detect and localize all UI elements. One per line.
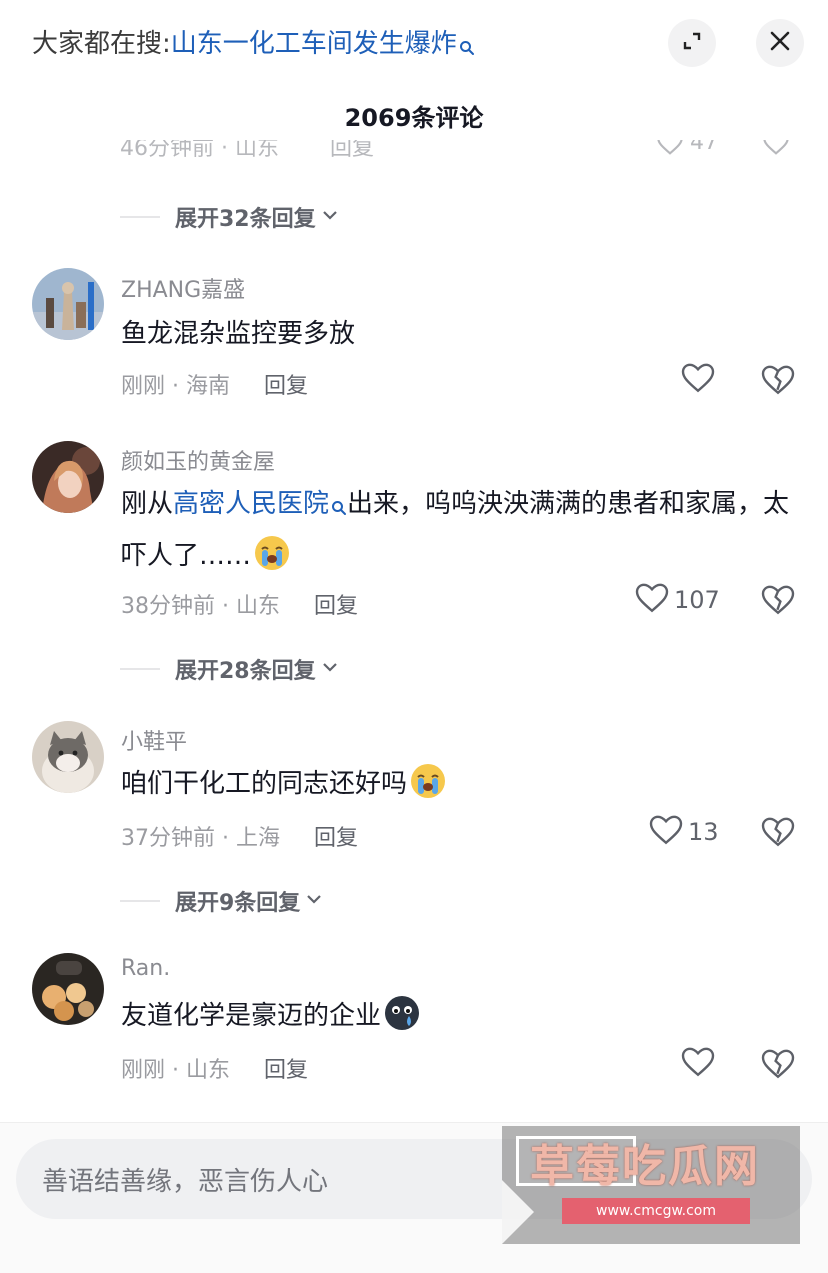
like-button[interactable]: 107	[634, 582, 720, 618]
dislike-button[interactable]	[760, 814, 796, 850]
comment-item: Ran. 友道化学是豪迈的企业 刚刚 · 山东 回复	[0, 948, 828, 1088]
comment-meta: 38分钟前 · 山东 回复	[121, 588, 358, 620]
comment-text: 刚从高密人民医院 出来，呜呜泱泱满满的患者和家属，太吓人了……	[121, 480, 801, 580]
like-count: 13	[688, 818, 719, 846]
partial-comment-meta: 46分钟前 · 山东 回复 47	[120, 140, 810, 164]
comment-text: 友道化学是豪迈的企业	[121, 992, 801, 1040]
dislike-button[interactable]	[760, 362, 796, 398]
partial-reply[interactable]: 回复	[330, 140, 374, 162]
heart-icon	[634, 580, 670, 620]
search-suggestion-term[interactable]: 山东一化工车间发生爆炸	[171, 29, 457, 59]
comment-text-body: 咱们干化工的同志还好吗	[121, 769, 408, 799]
expand-replies-button[interactable]: 展开9条回复	[120, 886, 324, 916]
search-link[interactable]: 高密人民医院	[173, 489, 329, 519]
like-button[interactable]: 13	[648, 814, 719, 850]
partial-heart-icon[interactable]	[656, 140, 684, 164]
broken-heart-icon	[760, 585, 796, 622]
close-button[interactable]	[756, 19, 804, 67]
like-count: 107	[674, 586, 720, 614]
search-suggestion-prefix: 大家都在搜:	[32, 29, 171, 59]
broken-heart-icon	[760, 365, 796, 402]
search-icon	[331, 484, 347, 532]
watermark-arrow	[502, 1180, 534, 1244]
comment-time-location: 37分钟前 · 上海	[121, 826, 280, 851]
like-button[interactable]	[680, 362, 716, 398]
comment-item: 颜如玉的黄金屋 刚从高密人民医院 出来，呜呜泱泱满满的患者和家属，太吓人了…… 3…	[0, 436, 828, 626]
partial-time: 46分钟前 · 山东	[120, 140, 279, 161]
comment-text: 咱们干化工的同志还好吗	[121, 760, 801, 808]
comment-text-prefix: 刚从	[121, 489, 174, 519]
comment-username[interactable]: 小鞋平	[121, 724, 187, 756]
dislike-button[interactable]	[760, 1046, 796, 1082]
collapse-button[interactable]	[668, 19, 716, 67]
partial-likes: 47	[690, 140, 718, 155]
comment-text: 鱼龙混杂监控要多放	[121, 319, 356, 349]
chevron-down-icon	[300, 889, 324, 913]
comment-username[interactable]: Ran.	[121, 956, 170, 981]
comment-meta: 刚刚 · 海南 回复	[121, 368, 308, 400]
reply-button[interactable]: 回复	[264, 1058, 308, 1083]
watermark: 草莓吃瓜网 www.cmcgw.com	[502, 1126, 800, 1244]
comment-input-placeholder: 善语结善缘，恶言伤人心	[42, 1167, 329, 1197]
reply-button[interactable]: 回复	[264, 374, 308, 399]
comment-item: 小鞋平 咱们干化工的同志还好吗 37分钟前 · 上海 回复 13	[0, 716, 828, 856]
search-icon	[459, 30, 475, 66]
search-suggestion[interactable]: 大家都在搜:山东一化工车间发生爆炸	[32, 26, 475, 66]
avatar[interactable]	[32, 441, 104, 513]
heart-icon	[680, 360, 716, 400]
divider	[120, 668, 160, 670]
dark-face-emoji	[383, 994, 421, 1032]
expand-replies-button[interactable]: 展开32条回复	[120, 202, 340, 232]
avatar[interactable]	[32, 268, 104, 340]
comment-time-location: 刚刚 · 海南	[121, 374, 230, 399]
crying-emoji	[253, 534, 291, 572]
comment-text-body: 友道化学是豪迈的企业	[121, 1001, 382, 1031]
top-bar: 大家都在搜:山东一化工车间发生爆炸	[0, 0, 828, 88]
partial-broken-heart-icon[interactable]	[762, 140, 790, 164]
reply-button[interactable]: 回复	[314, 594, 358, 619]
crying-emoji	[409, 762, 447, 800]
expand-replies-button[interactable]: 展开28条回复	[120, 654, 340, 684]
close-icon	[769, 30, 791, 56]
expand-replies-label: 展开9条回复	[175, 891, 301, 916]
comment-time-location: 刚刚 · 山东	[121, 1058, 230, 1083]
reply-button[interactable]: 回复	[314, 826, 358, 851]
broken-heart-icon	[760, 1049, 796, 1086]
heart-icon	[648, 812, 684, 852]
avatar[interactable]	[32, 953, 104, 1025]
heart-icon	[680, 1044, 716, 1084]
broken-heart-icon	[760, 817, 796, 854]
divider	[120, 900, 160, 902]
divider	[120, 216, 160, 218]
expand-replies-label: 展开32条回复	[175, 207, 316, 232]
comment-item: ZHANG嘉盛 鱼龙混杂监控要多放 刚刚 · 海南 回复	[0, 262, 828, 412]
comment-username[interactable]: 颜如玉的黄金屋	[121, 444, 275, 476]
comment-meta: 37分钟前 · 上海 回复	[121, 820, 358, 852]
watermark-title: 草莓吃瓜网	[530, 1141, 760, 1192]
comment-time-location: 38分钟前 · 山东	[121, 594, 280, 619]
comment-username[interactable]: ZHANG嘉盛	[121, 272, 245, 304]
dislike-button[interactable]	[760, 582, 796, 618]
comment-meta: 刚刚 · 山东 回复	[121, 1052, 308, 1084]
chevron-down-icon	[316, 657, 340, 681]
collapse-icon	[680, 29, 704, 57]
comment-count-title: 2069条评论	[344, 104, 484, 132]
like-button[interactable]	[680, 1046, 716, 1082]
expand-replies-label: 展开28条回复	[175, 659, 316, 684]
chevron-down-icon	[316, 205, 340, 229]
avatar[interactable]	[32, 721, 104, 793]
watermark-url: www.cmcgw.com	[562, 1198, 750, 1224]
